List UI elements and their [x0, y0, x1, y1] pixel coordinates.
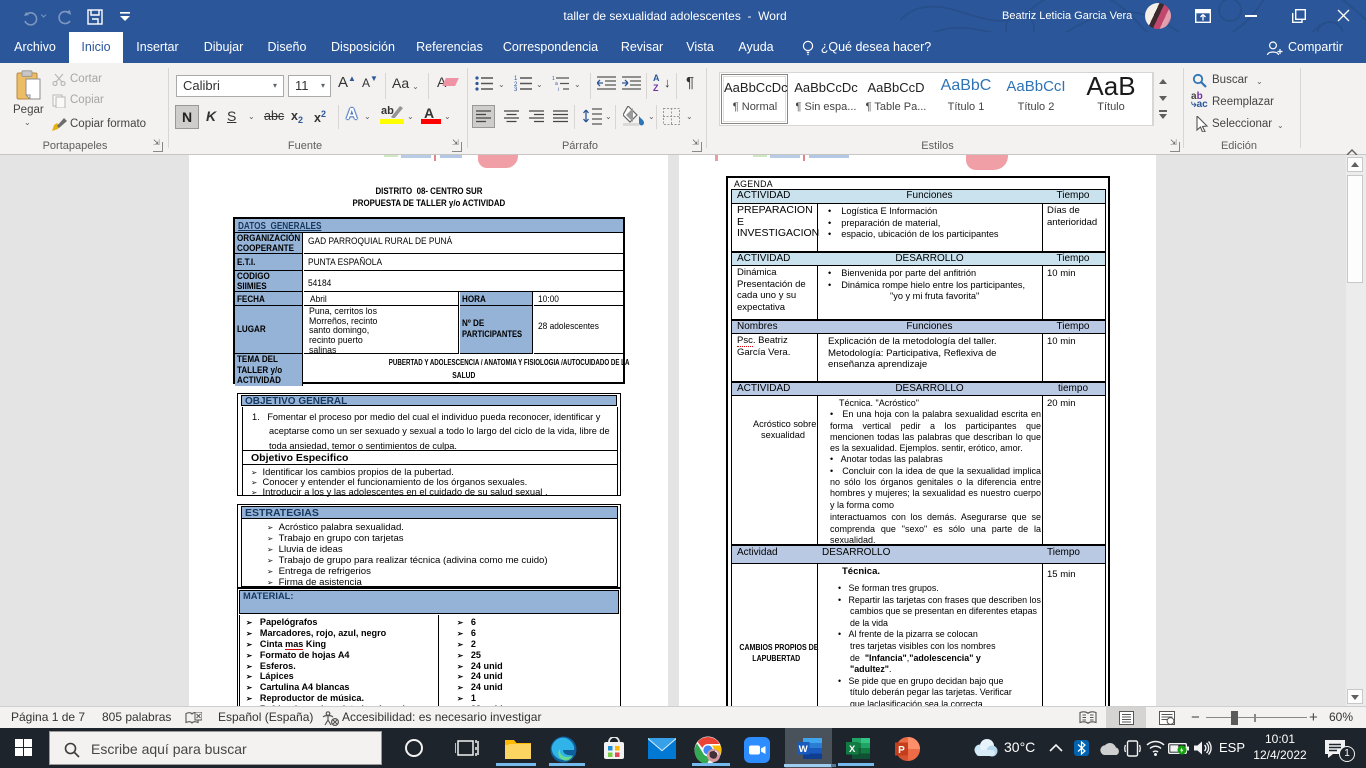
svg-text:W: W [799, 744, 808, 755]
svg-text:X: X [849, 744, 856, 755]
svg-text:P: P [898, 745, 905, 756]
svg-text:i: i [558, 87, 559, 91]
svg-text:3: 3 [514, 87, 518, 91]
